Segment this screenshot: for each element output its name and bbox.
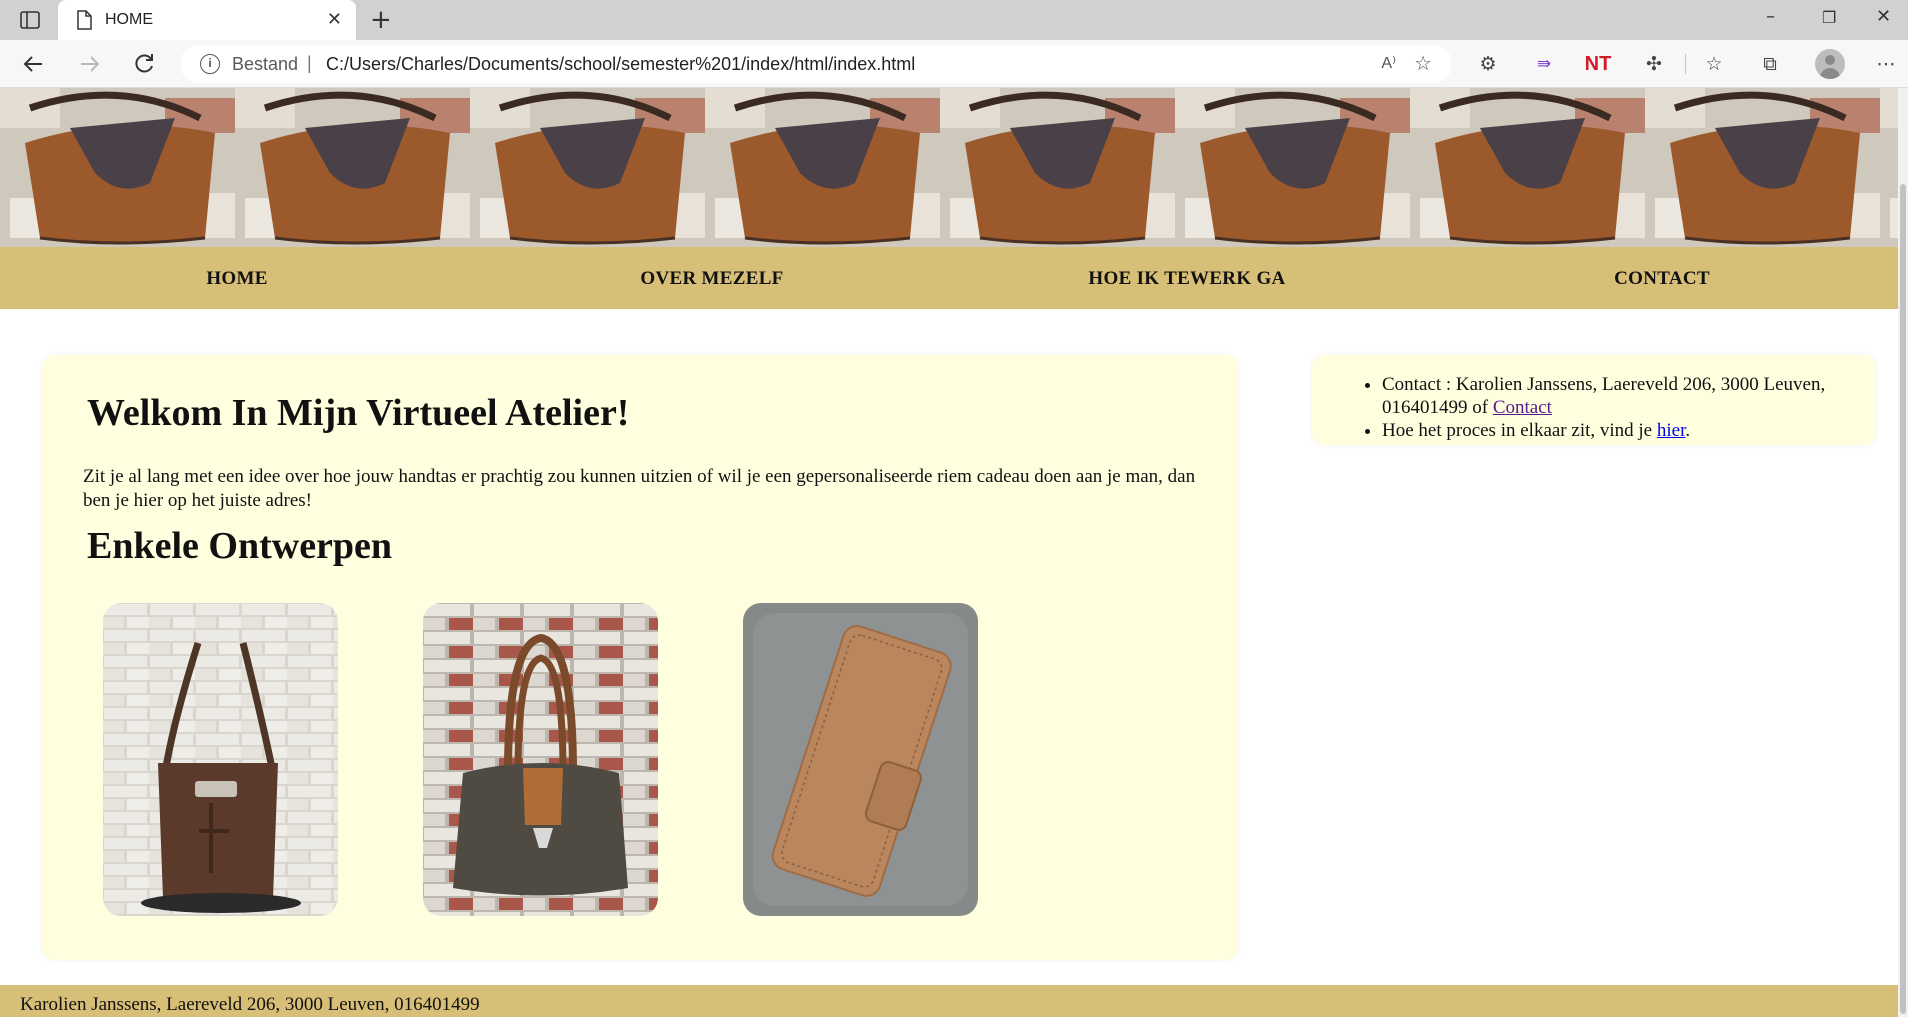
close-window-icon[interactable]: ✕ xyxy=(1876,6,1891,27)
footer-address: Karolien Janssens, Laereveld 206, 3000 L… xyxy=(20,994,480,1015)
banner-bag-photo xyxy=(470,88,705,247)
process-suffix: . xyxy=(1685,420,1691,441)
browser-tab-active[interactable]: HOME ✕ xyxy=(58,0,356,40)
page-scrollbar[interactable] xyxy=(1898,88,1908,1017)
banner-bag-photo xyxy=(940,88,1175,247)
address-url[interactable]: C:/Users/Charles/Documents/school/semest… xyxy=(326,54,915,75)
brown-bag-image xyxy=(103,603,338,916)
address-bar[interactable]: i Bestand | C:/Users/Charles/Documents/s… xyxy=(180,45,1452,83)
collections-icon[interactable]: ⧉ xyxy=(1756,50,1784,78)
page-title: Welkom In Mijn Virtueel Atelier! xyxy=(87,392,630,434)
grey-handbag-image xyxy=(423,603,658,916)
contact-link[interactable]: Contact xyxy=(1493,397,1552,418)
add-favorite-icon[interactable]: ☆ xyxy=(1414,51,1432,75)
site-info-icon[interactable]: i xyxy=(200,54,220,74)
tab-actions-icon[interactable] xyxy=(18,8,42,32)
design-photo-brown-bag xyxy=(103,603,338,916)
banner-bag-photo xyxy=(1645,88,1880,247)
banner-bag-photo xyxy=(235,88,470,247)
banner-bag-photo xyxy=(0,88,235,247)
banner-bag-photo xyxy=(1880,88,1898,247)
banner-bag-photo xyxy=(1410,88,1645,247)
main-navigation: HOME OVER MEZELF HOE IK TEWERK GA CONTAC… xyxy=(0,247,1898,309)
nav-contact[interactable]: CONTACT xyxy=(1614,268,1710,290)
process-info-text: Hoe het proces in elkaar zit, vind je xyxy=(1382,420,1657,441)
web-page: HOME OVER MEZELF HOE IK TEWERK GA CONTAC… xyxy=(0,88,1898,1017)
sidebar-list: Contact : Karolien Janssens, Laereveld 2… xyxy=(1382,373,1842,442)
banner-bag-photo xyxy=(705,88,940,247)
close-tab-icon[interactable]: ✕ xyxy=(327,9,342,30)
browser-tab-strip: HOME ✕ + – ❐ ✕ xyxy=(0,0,1908,40)
extension-nt-icon[interactable]: NT xyxy=(1584,50,1612,78)
browser-toolbar: i Bestand | C:/Users/Charles/Documents/s… xyxy=(0,40,1908,88)
design-photo-suede-wallet xyxy=(743,603,978,916)
welcome-card: Welkom In Mijn Virtueel Atelier! Zit je … xyxy=(42,355,1238,960)
nav-home[interactable]: HOME xyxy=(206,268,267,290)
header-banner xyxy=(0,88,1898,247)
favorites-icon[interactable]: ☆ xyxy=(1700,50,1728,78)
contact-sidebar: Contact : Karolien Janssens, Laereveld 2… xyxy=(1312,355,1876,445)
designs-heading: Enkele Ontwerpen xyxy=(87,525,393,567)
intro-text: Zit je al lang met een idee over hoe jou… xyxy=(83,466,1196,511)
nav-over-mezelf[interactable]: OVER MEZELF xyxy=(640,268,783,290)
more-menu-icon[interactable]: ⋯ xyxy=(1872,50,1900,78)
extensions-puzzle-icon[interactable]: ✣ xyxy=(1640,50,1668,78)
forward-icon[interactable] xyxy=(75,50,103,78)
back-icon[interactable] xyxy=(20,50,48,78)
extension-reader-icon[interactable]: ⇛ xyxy=(1530,50,1558,78)
refresh-icon[interactable] xyxy=(130,50,158,78)
address-scheme: Bestand xyxy=(232,54,299,74)
page-icon xyxy=(77,10,92,30)
address-separator: | xyxy=(307,53,312,73)
nav-hoe-ik-tewerk-ga[interactable]: HOE IK TEWERK GA xyxy=(1088,268,1285,290)
page-footer: Karolien Janssens, Laereveld 206, 3000 L… xyxy=(0,985,1898,1017)
banner-bag-photo xyxy=(1175,88,1410,247)
new-tab-icon[interactable]: + xyxy=(370,5,392,35)
sidebar-item-process: Hoe het proces in elkaar zit, vind je hi… xyxy=(1382,419,1842,442)
profile-avatar[interactable] xyxy=(1815,49,1845,79)
sidebar-item-contact: Contact : Karolien Janssens, Laereveld 2… xyxy=(1382,373,1842,419)
toolbar-divider xyxy=(1685,54,1686,74)
process-link[interactable]: hier xyxy=(1657,420,1686,441)
design-photo-grey-handbag xyxy=(423,603,658,916)
suede-wallet-image xyxy=(743,603,978,916)
scrollbar-thumb[interactable] xyxy=(1900,184,1906,1014)
read-aloud-icon[interactable]: A⁾ xyxy=(1381,53,1396,73)
minimize-icon[interactable]: – xyxy=(1766,6,1775,27)
tab-title: HOME xyxy=(105,11,153,28)
contact-info-text: Contact : Karolien Janssens, Laereveld 2… xyxy=(1382,374,1826,418)
restore-icon[interactable]: ❐ xyxy=(1822,8,1836,27)
extension-gear-icon[interactable]: ⚙ xyxy=(1474,50,1502,78)
